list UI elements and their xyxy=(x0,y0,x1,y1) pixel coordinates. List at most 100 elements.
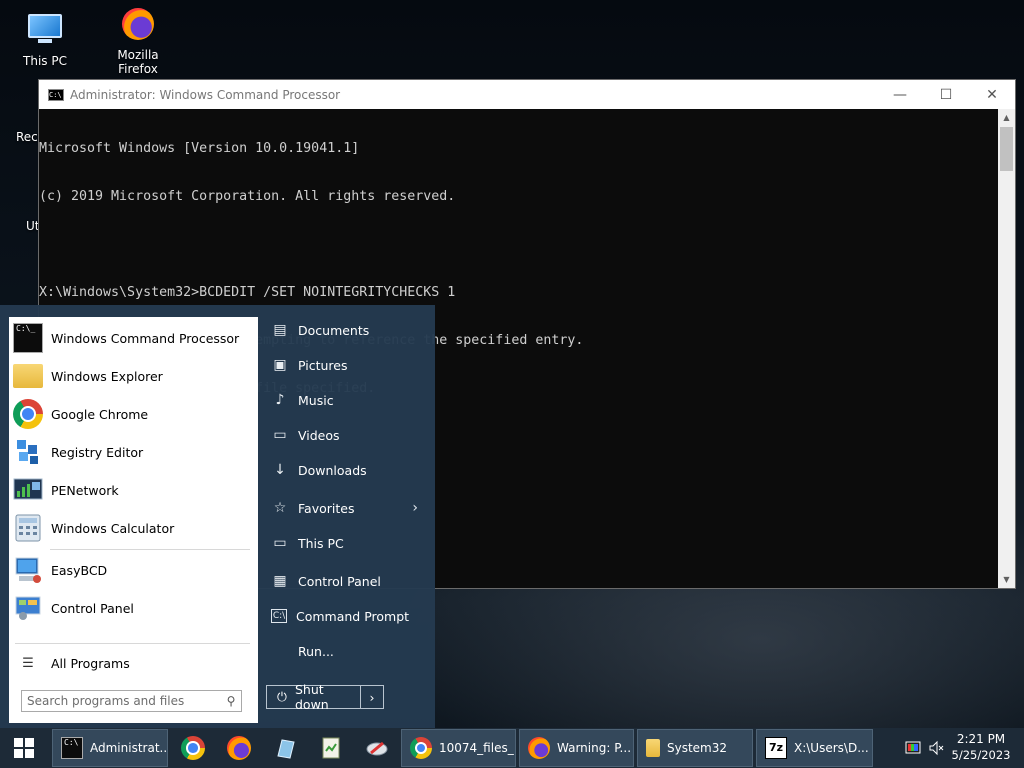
program-label: PENetwork xyxy=(51,482,119,498)
tool-icon xyxy=(366,741,388,756)
cmd-icon: C:\ xyxy=(48,88,64,101)
clock-date: 5/25/2023 xyxy=(951,748,1011,762)
taskbar-pin-chrome[interactable] xyxy=(179,734,207,762)
start-item-pictures[interactable]: ▣ Pictures xyxy=(264,350,430,380)
firefox-icon xyxy=(528,737,550,759)
taskbar-pin-notepad[interactable] xyxy=(317,734,345,762)
window-titlebar[interactable]: C:\ Administrator: Windows Command Proce… xyxy=(39,80,1015,109)
minimize-button[interactable]: — xyxy=(877,80,923,109)
search-input[interactable] xyxy=(22,692,221,710)
all-programs-button[interactable]: ☰ All Programs xyxy=(9,651,258,675)
shutdown-options-arrow-icon[interactable]: › xyxy=(360,686,383,708)
start-item-this-pc[interactable]: ▭ This PC xyxy=(264,528,430,558)
program-label: Windows Command Processor xyxy=(51,330,240,346)
chevron-right-icon: › xyxy=(412,500,418,516)
program-item-windows-calculator[interactable]: Windows Calculator xyxy=(9,509,258,547)
calculator-icon xyxy=(13,513,43,543)
desktop-icon-this-pc[interactable]: This PC xyxy=(5,8,85,68)
taskbar-button-firefox-window[interactable]: Warning: P... xyxy=(519,729,634,767)
desktop-icon-firefox[interactable]: Mozilla Firefox xyxy=(98,6,178,76)
taskbar-button-label: System32 xyxy=(667,741,728,755)
computer-icon xyxy=(27,14,63,50)
menu-divider xyxy=(50,549,250,550)
start-item-run[interactable]: Run... xyxy=(264,636,430,666)
taskbar-pin-tool[interactable] xyxy=(363,734,391,762)
start-item-videos[interactable]: ▭ Videos xyxy=(264,420,430,450)
computer-icon: ▭ xyxy=(273,535,287,551)
start-item-label: Videos xyxy=(298,427,340,443)
firefox-icon xyxy=(120,8,156,44)
start-item-label: Music xyxy=(298,392,334,408)
program-item-google-chrome[interactable]: Google Chrome xyxy=(9,395,258,433)
control-panel-icon xyxy=(13,593,43,623)
program-item-windows-explorer[interactable]: Windows Explorer xyxy=(9,357,258,395)
program-item-easybcd[interactable]: EasyBCD xyxy=(9,551,258,589)
app-shortcut-icon xyxy=(277,739,295,759)
menu-divider xyxy=(15,643,250,644)
display-icon[interactable] xyxy=(905,740,921,756)
system-clock[interactable]: 2:21 PM 5/25/2023 xyxy=(948,731,1014,763)
chrome-icon xyxy=(181,736,205,760)
notepad-icon xyxy=(322,737,340,759)
maximize-button[interactable]: ☐ xyxy=(923,80,969,109)
scroll-down-arrow-icon[interactable]: ▼ xyxy=(998,571,1015,588)
scroll-up-arrow-icon[interactable]: ▲ xyxy=(998,109,1015,126)
program-label: Windows Explorer xyxy=(51,368,163,384)
program-item-penetwork[interactable]: PENetwork xyxy=(9,471,258,509)
downloads-icon: ↓ xyxy=(274,462,286,478)
firefox-icon xyxy=(227,736,251,760)
start-item-label: This PC xyxy=(298,535,344,551)
cmd-icon: C:\ xyxy=(61,737,83,759)
cmd-icon: C:\ xyxy=(271,609,287,623)
program-item-control-panel[interactable]: Control Panel xyxy=(9,589,258,627)
cmd-icon: C:\_ xyxy=(13,323,43,353)
taskbar-button-command-prompt[interactable]: C:\ Administrat... xyxy=(52,729,168,767)
start-item-label: Favorites xyxy=(298,500,355,516)
start-item-label: Pictures xyxy=(298,357,348,373)
all-programs-label: All Programs xyxy=(51,655,130,671)
start-item-label: Documents xyxy=(298,322,370,338)
start-item-favorites[interactable]: ☆ Favorites › xyxy=(264,493,430,523)
taskbar-button-label: Warning: P... xyxy=(557,741,632,755)
chrome-icon xyxy=(13,399,43,429)
search-box[interactable]: ⚲ xyxy=(21,690,242,712)
vertical-scrollbar[interactable]: ▲ ▼ xyxy=(998,109,1015,588)
run-icon xyxy=(271,642,289,660)
start-button[interactable] xyxy=(0,728,48,768)
start-item-label: Run... xyxy=(298,643,334,659)
program-item-command-processor[interactable]: C:\_ Windows Command Processor xyxy=(9,319,258,357)
shutdown-button[interactable]: ⏻ Shut down › xyxy=(266,682,384,712)
pictures-icon: ▣ xyxy=(273,357,287,373)
console-line: (c) 2019 Microsoft Corporation. All righ… xyxy=(39,189,456,204)
start-item-downloads[interactable]: ↓ Downloads xyxy=(264,455,430,485)
desktop-icon-label: Mozilla Firefox xyxy=(117,48,159,76)
taskbar-button-label: 10074_files_... xyxy=(439,741,515,755)
taskbar-pin-firefox[interactable] xyxy=(225,734,253,762)
start-item-documents[interactable]: ▤ Documents xyxy=(264,315,430,345)
volume-muted-icon[interactable] xyxy=(928,740,944,756)
documents-icon: ▤ xyxy=(273,322,287,338)
start-item-command-prompt[interactable]: C:\ Command Prompt xyxy=(264,601,430,631)
taskbar-button-7zip-window[interactable]: 7z X:\Users\D... xyxy=(756,729,873,767)
power-icon: ⏻ xyxy=(277,689,287,704)
close-button[interactable]: ✕ xyxy=(969,80,1015,109)
start-item-label: Control Panel xyxy=(298,573,381,589)
start-item-music[interactable]: ♪ Music xyxy=(264,385,430,415)
taskbar: C:\ Administrat... 10074_files_... Warni… xyxy=(0,728,1024,768)
windows-logo-icon xyxy=(14,738,34,758)
network-icon xyxy=(13,475,43,505)
7zip-icon: 7z xyxy=(765,737,787,759)
taskbar-button-chrome-window[interactable]: 10074_files_... xyxy=(401,729,516,767)
window-title: Administrator: Windows Command Processor xyxy=(70,87,341,102)
search-icon[interactable]: ⚲ xyxy=(221,694,241,708)
taskbar-button-explorer-window[interactable]: System32 xyxy=(637,729,753,767)
start-item-control-panel[interactable]: ▦ Control Panel xyxy=(264,566,430,596)
start-menu-programs-pane: C:\_ Windows Command Processor Windows E… xyxy=(9,317,258,723)
all-programs-icon: ☰ xyxy=(22,655,34,671)
console-line: Microsoft Windows [Version 10.0.19041.1] xyxy=(39,141,360,156)
taskbar-pin-app-shortcut[interactable] xyxy=(271,734,299,762)
program-item-registry-editor[interactable]: Registry Editor xyxy=(9,433,258,471)
program-label: Registry Editor xyxy=(51,444,144,460)
scrollbar-thumb[interactable] xyxy=(1000,127,1013,171)
